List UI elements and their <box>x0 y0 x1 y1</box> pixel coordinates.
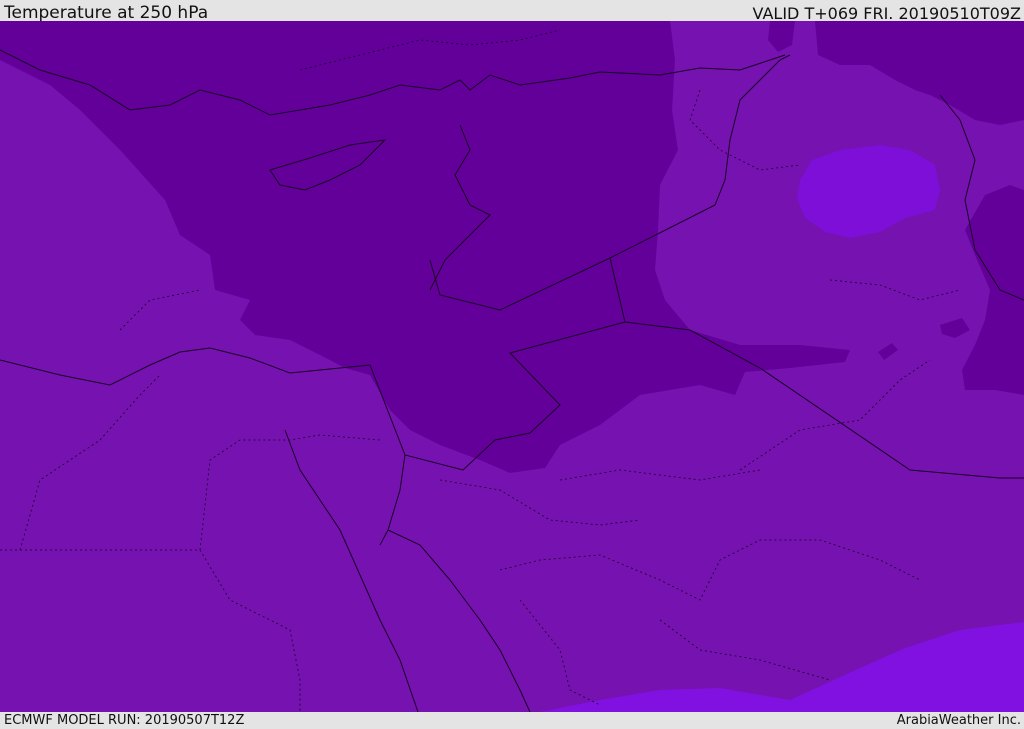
footer-bar: ECMWF MODEL RUN: 20190507T12Z ArabiaWeat… <box>0 712 1024 729</box>
map-canvas[interactable] <box>0 21 1024 712</box>
map-title: Temperature at 250 hPa <box>4 3 209 23</box>
credit-label: ArabiaWeather Inc. <box>896 713 1021 728</box>
model-run-label: ECMWF MODEL RUN: 20190507T12Z <box>4 713 245 728</box>
header-bar: Temperature at 250 hPa VALID T+069 FRI. … <box>0 0 1024 23</box>
